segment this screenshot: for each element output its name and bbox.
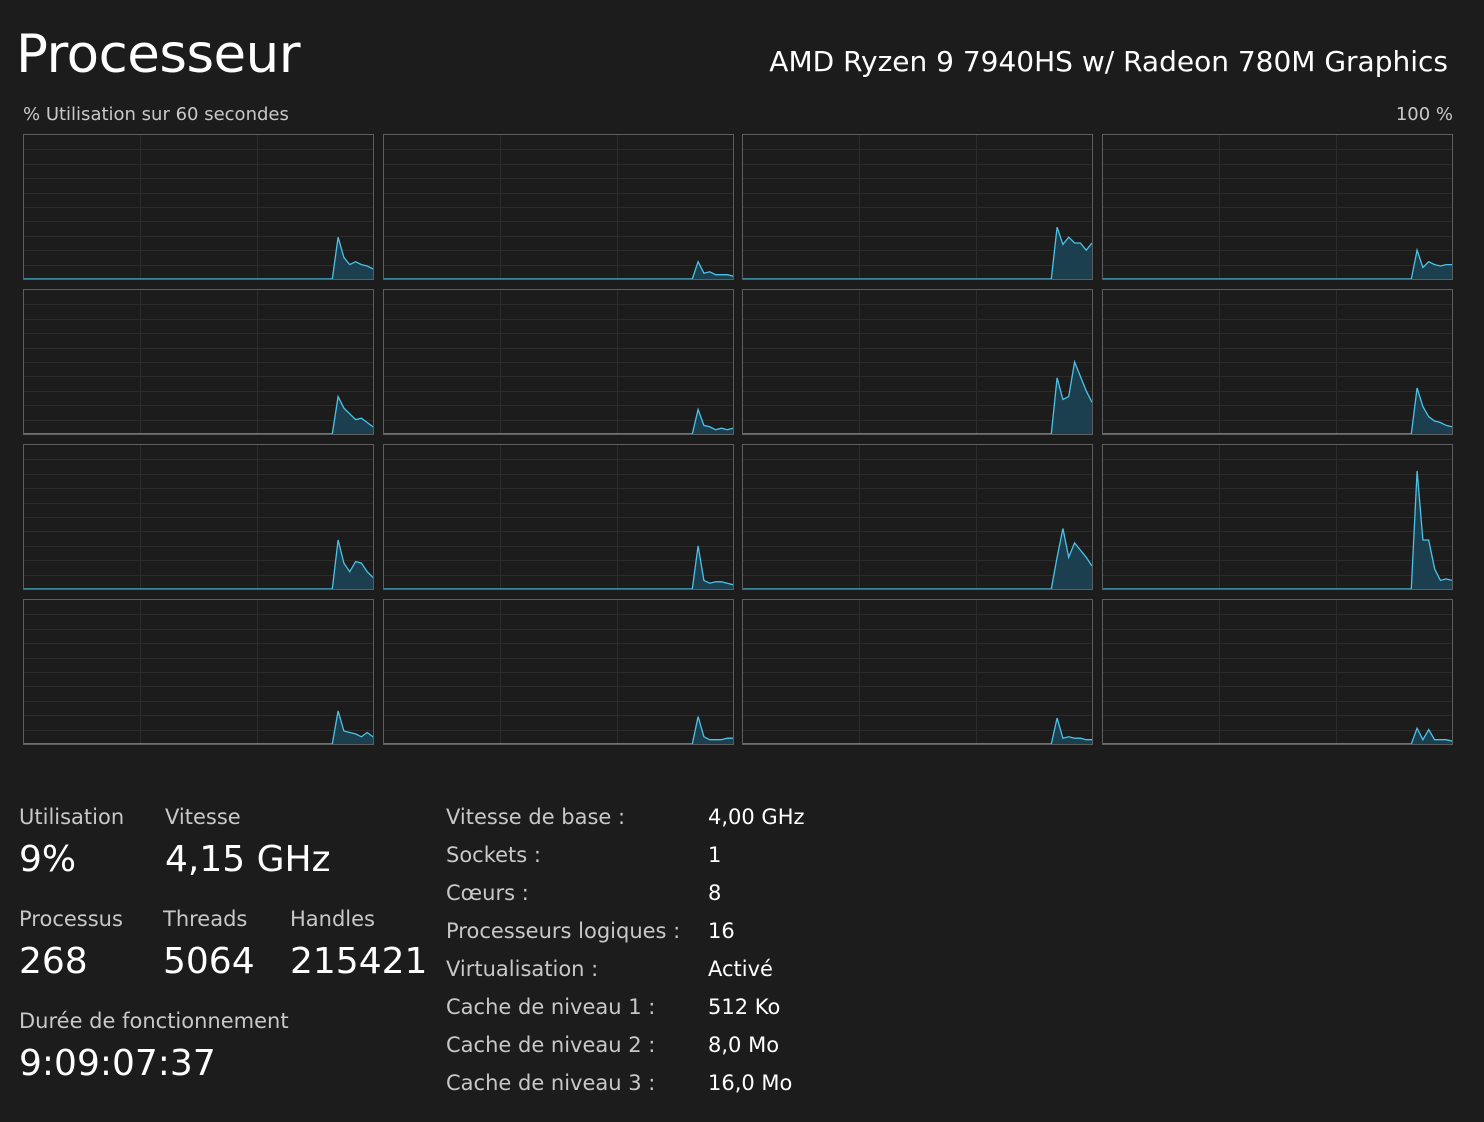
cpu-core-chart [383,445,733,589]
spec-value-l3-cache: 16,0 Mo [708,1071,793,1095]
cpu-core-graph [23,599,374,745]
processus-value: 268 [19,941,88,982]
uptime-label: Durée de fonctionnement [19,1009,289,1033]
cpu-core-graph [1102,444,1453,590]
cpu-core-graph [742,444,1094,590]
spec-label-logical-processors: Processeurs logiques : [446,919,681,943]
usage-line [383,407,733,434]
vitesse-label: Vitesse [165,805,241,829]
usage-area [24,237,373,279]
spec-value-l2-cache: 8,0 Mo [708,1033,780,1057]
usage-line [1103,247,1452,279]
usage-area [743,362,1093,434]
usage-area [743,718,1093,744]
cpu-core-graph [1102,134,1453,280]
spec-label-l2-cache: Cache de niveau 2 : [446,1033,656,1057]
cpu-core-chart [1103,445,1452,589]
cpu-core-graph [742,599,1094,745]
cpu-core-graph [23,289,374,435]
cpu-core-chart [24,135,373,279]
cpu-core-chart [743,445,1093,589]
spec-label-sockets: Sockets : [446,843,541,867]
spec-label-base-speed: Vitesse de base : [446,805,626,829]
usage-line [383,260,733,279]
cpu-graph-grid[interactable] [23,134,1453,745]
spec-label-virtualization: Virtualisation : [446,957,599,981]
cpu-core-chart [1103,290,1452,434]
usage-area [383,409,733,434]
usage-area [743,528,1093,589]
utilisation-label: Utilisation [19,805,125,829]
spec-value-sockets: 1 [708,843,722,867]
usage-area [1103,387,1452,434]
threads-label: Threads [163,907,248,931]
cpu-core-chart [24,290,373,434]
cpu-core-graph [23,134,374,280]
cpu-core-graph [23,444,374,590]
usage-line [1103,387,1452,434]
spec-value-logical-processors: 16 [708,919,735,943]
cpu-core-graph [742,134,1094,280]
graph-caption: % Utilisation sur 60 secondes [23,104,289,125]
cpu-core-chart [1103,600,1452,744]
cpu-core-chart [743,290,1093,434]
cpu-core-chart [1103,135,1452,279]
usage-line [383,545,733,589]
cpu-core-chart [743,135,1093,279]
page-title: Processeur [16,24,301,85]
spec-label-l1-cache: Cache de niveau 1 : [446,995,656,1019]
cpu-core-graph [1102,599,1453,745]
usage-line [743,717,1093,744]
usage-area [743,227,1093,279]
usage-line [743,226,1093,279]
usage-area [383,545,733,589]
usage-area [24,540,373,589]
usage-line [24,539,373,589]
handles-label: Handles [290,907,375,931]
cpu-core-graph [382,444,734,590]
cpu-core-graph [382,599,734,745]
usage-line [24,237,373,279]
processus-label: Processus [19,907,123,931]
utilisation-value: 9% [19,839,77,880]
spec-value-virtualization: Activé [708,957,773,981]
cpu-core-graph [1102,289,1453,435]
usage-line [743,528,1093,589]
spec-label-l3-cache: Cache de niveau 3 : [446,1071,656,1095]
threads-value: 5064 [163,941,255,982]
spec-value-cores: 8 [708,881,722,905]
spec-label-cores: Cœurs : [446,881,529,905]
cpu-core-chart [383,135,733,279]
uptime-value: 9:09:07:37 [19,1043,216,1084]
cpu-core-chart [24,600,373,744]
vitesse-value: 4,15 GHz [165,839,331,880]
usage-area [383,261,733,279]
usage-area [24,396,373,434]
graph-max-label: 100 % [1395,104,1453,125]
cpu-model-name: AMD Ryzen 9 7940HS w/ Radeon 780M Graphi… [769,45,1448,78]
cpu-core-graph [382,289,734,435]
usage-area [1103,250,1452,279]
cpu-core-graph [742,289,1094,435]
spec-value-base-speed: 4,00 GHz [708,805,805,829]
usage-line [743,359,1093,434]
usage-line [24,394,373,434]
handles-value: 215421 [290,941,428,982]
cpu-core-chart [743,600,1093,744]
cpu-core-chart [383,290,733,434]
cpu-core-chart [24,445,373,589]
cpu-core-graph [382,134,734,280]
spec-value-l1-cache: 512 Ko [708,995,781,1019]
cpu-core-chart [383,600,733,744]
